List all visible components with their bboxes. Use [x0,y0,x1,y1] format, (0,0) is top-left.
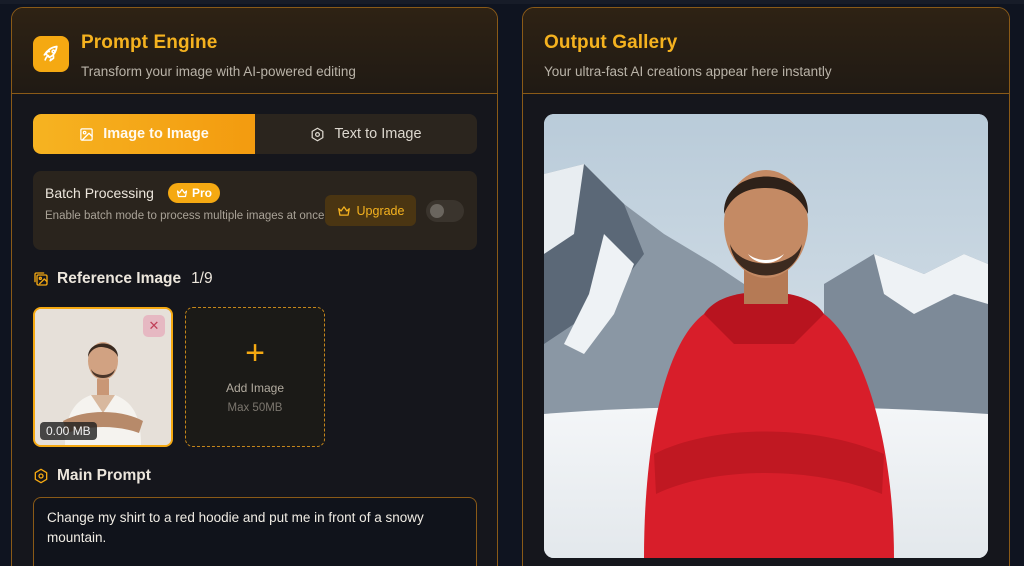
plus-icon: + [245,334,265,372]
prompt-textarea[interactable]: Change my shirt to a red hoodie and put … [33,497,477,566]
panel-title: Prompt Engine [81,32,218,53]
prompt-engine-header: Prompt Engine Transform your image with … [12,8,497,94]
upgrade-label: Upgrade [356,203,405,218]
panel-title: Output Gallery [544,32,678,53]
image-icon [80,127,93,141]
add-image-label: Add Image [225,381,285,395]
hexagon-icon [34,468,48,484]
output-gallery-header: Output Gallery Your ultra-fast AI creati… [523,8,1009,94]
close-icon: ✕ [148,318,160,333]
panel-subtitle: Your ultra-fast AI creations appear here… [544,64,832,79]
add-image-limit: Max 50MB [227,402,283,414]
upgrade-button[interactable]: Upgrade [325,195,416,226]
tab-label: Image to Image [103,126,209,142]
pro-badge: Pro [168,183,221,203]
output-image[interactable] [544,114,988,558]
toggle-knob [430,204,444,218]
main-prompt-title: Main Prompt [57,467,151,484]
main-prompt-header: Main Prompt [33,467,151,485]
tab-image-to-image[interactable]: Image to Image [33,114,255,154]
top-strip [0,0,1024,4]
output-gallery-panel: Output Gallery Your ultra-fast AI creati… [522,7,1010,566]
hexagon-icon [312,127,324,141]
crown-icon [337,205,350,216]
rocket-icon [33,36,69,72]
images-icon [34,272,48,286]
batch-processing-card: Batch Processing Pro Enable batch mode t… [33,171,477,250]
crown-icon [176,188,188,198]
reference-image-count: 1/9 [191,270,213,287]
panel-subtitle: Transform your image with AI-powered edi… [81,64,356,79]
reference-image-header: Reference Image 1/9 [33,270,213,288]
batch-description: Enable batch mode to process multiple im… [45,210,325,222]
tab-text-to-image[interactable]: Text to Image [255,114,477,154]
prompt-engine-panel: Prompt Engine Transform your image with … [11,7,498,566]
tab-label: Text to Image [334,126,422,142]
reference-thumbnail[interactable]: ✕ 0.00 MB [33,307,173,447]
pro-badge-label: Pro [192,186,213,200]
remove-image-button[interactable]: ✕ [143,315,165,337]
mode-tabs: Image to Image Text to Image [33,114,477,154]
image-size-label: 0.00 MB [40,422,97,440]
batch-toggle[interactable] [426,200,464,222]
add-image-button[interactable]: + Add Image Max 50MB [185,307,325,447]
output-photo [544,114,988,558]
batch-title: Batch Processing [45,185,154,201]
reference-image-title: Reference Image [57,270,182,287]
